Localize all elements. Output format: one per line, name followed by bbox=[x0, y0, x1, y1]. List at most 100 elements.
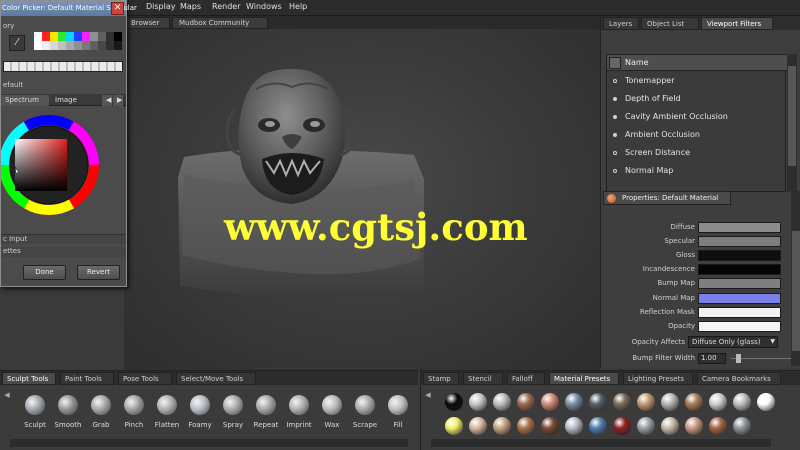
filter-row[interactable]: Ambient Occlusion bbox=[607, 127, 787, 144]
material-preset-a-11[interactable] bbox=[685, 393, 703, 411]
material-preset-b-9[interactable] bbox=[637, 417, 655, 435]
material-preset-a-1[interactable] bbox=[445, 393, 463, 411]
tab-image[interactable]: Image bbox=[51, 95, 91, 106]
color-swatch[interactable] bbox=[82, 32, 90, 41]
recent-colors-row[interactable] bbox=[3, 61, 123, 72]
material-preset-a-3[interactable] bbox=[493, 393, 511, 411]
properties-header[interactable]: Properties: Default Material bbox=[603, 191, 731, 205]
visibility-icon[interactable] bbox=[609, 57, 621, 69]
material-preset-a-12[interactable] bbox=[709, 393, 727, 411]
chevron-left-icon[interactable]: ◀ bbox=[102, 95, 112, 106]
properties-scrollbar[interactable] bbox=[791, 191, 800, 366]
chevron-left-icon[interactable]: ◀ bbox=[423, 391, 433, 401]
tab-layers[interactable]: Layers bbox=[603, 17, 639, 30]
color-swatch[interactable] bbox=[698, 236, 781, 247]
slider-handle[interactable] bbox=[736, 354, 741, 363]
color-swatch[interactable] bbox=[698, 278, 781, 289]
material-preset-b-13[interactable] bbox=[733, 417, 751, 435]
material-preset-b-5[interactable] bbox=[541, 417, 559, 435]
tool-grab[interactable]: Grab bbox=[84, 393, 118, 433]
color-swatch[interactable] bbox=[74, 32, 82, 41]
tab-stamp[interactable]: Stamp bbox=[423, 372, 459, 385]
done-button[interactable]: Done bbox=[23, 265, 66, 280]
color-swatch[interactable] bbox=[698, 321, 781, 332]
scroll-thumb[interactable] bbox=[792, 231, 800, 351]
chevron-left-icon[interactable]: ◀ bbox=[2, 391, 12, 401]
color-swatch[interactable] bbox=[50, 32, 58, 41]
material-preset-b-7[interactable] bbox=[589, 417, 607, 435]
tab-pose-tools[interactable]: Pose Tools bbox=[118, 372, 172, 385]
toggle-on-icon[interactable] bbox=[613, 97, 617, 101]
material-preset-a-8[interactable] bbox=[613, 393, 631, 411]
tab-mudbox-community[interactable]: Mudbox Community bbox=[172, 17, 268, 29]
eyedropper-icon[interactable]: ⁄ bbox=[9, 35, 25, 51]
filter-row[interactable]: Cavity Ambient Occlusion bbox=[607, 109, 787, 126]
tool-pinch[interactable]: Pinch bbox=[117, 393, 151, 433]
material-preset-a-5[interactable] bbox=[541, 393, 559, 411]
color-swatch[interactable] bbox=[58, 41, 66, 50]
color-swatch[interactable] bbox=[42, 32, 50, 41]
toggle-on-icon[interactable] bbox=[613, 133, 617, 137]
chevron-right-icon[interactable]: ▶ bbox=[113, 95, 123, 106]
material-preset-b-3[interactable] bbox=[493, 417, 511, 435]
color-swatch[interactable] bbox=[66, 32, 74, 41]
tool-smooth[interactable]: Smooth bbox=[51, 393, 85, 433]
opacity-affects-dropdown[interactable]: Diffuse Only (glass) ▼ bbox=[688, 336, 778, 348]
filter-row[interactable]: Normal Map bbox=[607, 163, 787, 180]
material-preset-b-1[interactable] bbox=[445, 417, 463, 435]
material-preset-a-13[interactable] bbox=[733, 393, 751, 411]
color-swatch[interactable] bbox=[74, 41, 82, 50]
toggle-off-icon[interactable] bbox=[613, 169, 617, 173]
tab-material-presets[interactable]: Material Presets bbox=[549, 372, 619, 385]
revert-button[interactable]: Revert bbox=[77, 265, 120, 280]
material-preset-a-2[interactable] bbox=[469, 393, 487, 411]
color-swatch[interactable] bbox=[42, 41, 50, 50]
color-swatch[interactable] bbox=[66, 41, 74, 50]
bump-filter-width-input[interactable]: 1.00 bbox=[698, 353, 726, 364]
color-swatch[interactable] bbox=[114, 32, 122, 41]
color-swatch[interactable] bbox=[82, 41, 90, 50]
toggle-off-icon[interactable] bbox=[613, 151, 617, 155]
scroll-thumb[interactable] bbox=[788, 66, 796, 166]
filter-row[interactable]: Depth of Field bbox=[607, 91, 787, 108]
shelf-scrollbar[interactable] bbox=[431, 439, 771, 447]
tool-sculpt[interactable]: Sculpt bbox=[18, 393, 52, 433]
material-preset-b-6[interactable] bbox=[565, 417, 583, 435]
filter-row[interactable]: Screen Distance bbox=[607, 145, 787, 162]
material-preset-a-9[interactable] bbox=[637, 393, 655, 411]
filter-list-scrollbar[interactable] bbox=[787, 54, 797, 192]
menu-maps[interactable]: Maps bbox=[180, 2, 201, 11]
material-preset-b-11[interactable] bbox=[685, 417, 703, 435]
tool-flatten[interactable]: Flatten bbox=[150, 393, 184, 433]
tab-browser[interactable]: Browser bbox=[124, 17, 170, 29]
color-swatch[interactable] bbox=[34, 32, 42, 41]
tool-repeat[interactable]: Repeat bbox=[249, 393, 283, 433]
color-swatch[interactable] bbox=[114, 41, 122, 50]
menu-windows[interactable]: Windows bbox=[246, 2, 282, 11]
color-swatch[interactable] bbox=[698, 293, 781, 304]
material-preset-a-4[interactable] bbox=[517, 393, 535, 411]
menu-help[interactable]: Help bbox=[289, 2, 307, 11]
toggle-off-icon[interactable] bbox=[613, 79, 617, 83]
color-wheel[interactable] bbox=[1, 107, 103, 227]
material-preset-a-7[interactable] bbox=[589, 393, 607, 411]
color-swatch[interactable] bbox=[90, 32, 98, 41]
color-swatch[interactable] bbox=[106, 41, 114, 50]
color-swatch[interactable] bbox=[698, 264, 781, 275]
material-preset-a-10[interactable] bbox=[661, 393, 679, 411]
tool-spray[interactable]: Spray bbox=[216, 393, 250, 433]
tab-sculpt-tools[interactable]: Sculpt Tools bbox=[2, 372, 56, 385]
color-swatch[interactable] bbox=[98, 32, 106, 41]
menu-display[interactable]: Display bbox=[146, 2, 176, 11]
tool-imprint[interactable]: Imprint bbox=[282, 393, 316, 433]
color-swatch[interactable] bbox=[698, 250, 781, 261]
menu-render[interactable]: Render bbox=[212, 2, 240, 11]
material-preset-b-2[interactable] bbox=[469, 417, 487, 435]
tab-paint-tools[interactable]: Paint Tools bbox=[60, 372, 114, 385]
tab-lighting-presets[interactable]: Lighting Presets bbox=[623, 372, 693, 385]
tab-camera-bookmarks[interactable]: Camera Bookmarks bbox=[697, 372, 781, 385]
color-swatch[interactable] bbox=[106, 32, 114, 41]
color-swatch[interactable] bbox=[90, 41, 98, 50]
shelf-scrollbar[interactable] bbox=[10, 439, 408, 447]
color-swatch[interactable] bbox=[50, 41, 58, 50]
